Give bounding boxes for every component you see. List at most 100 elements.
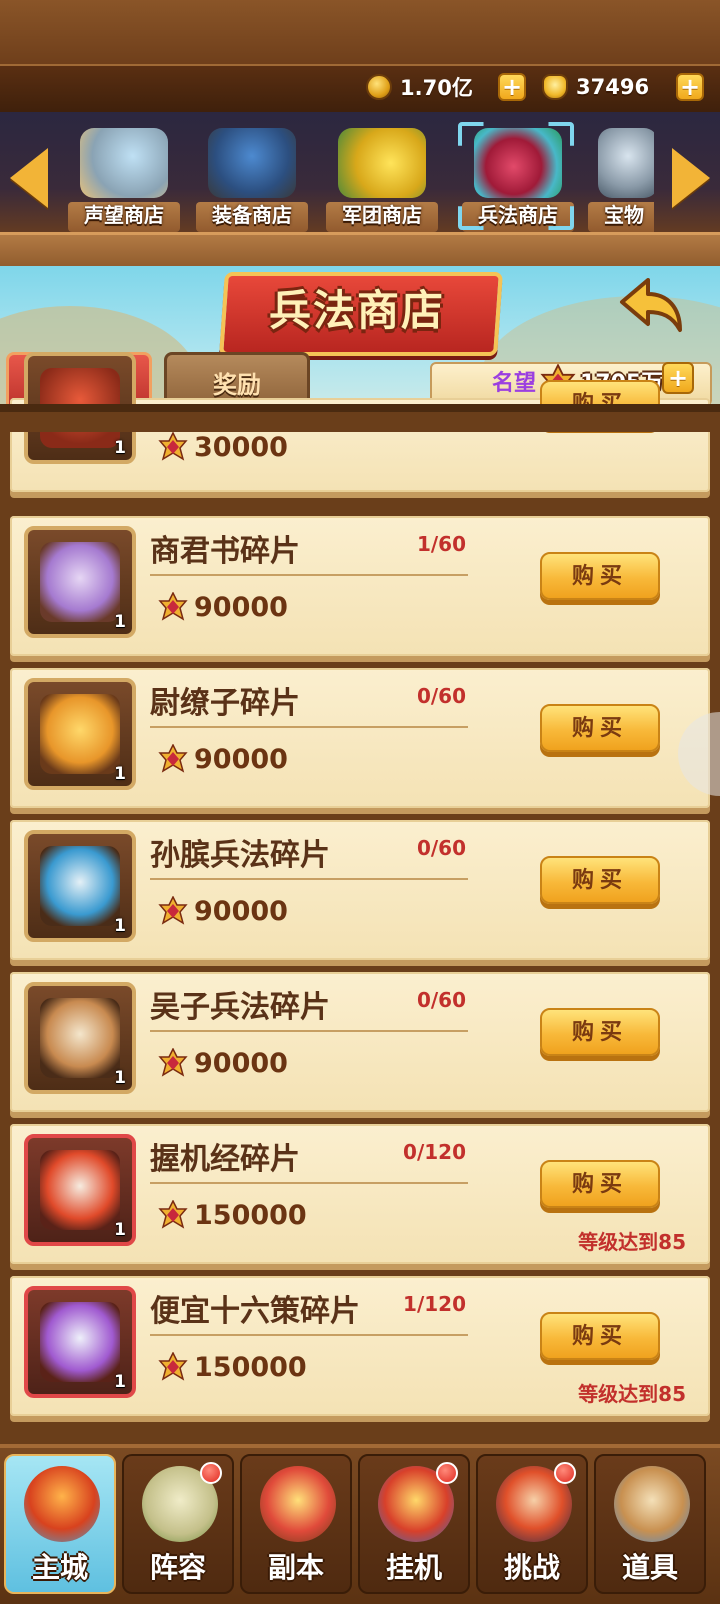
nav-formation[interactable]: 阵容	[122, 1454, 234, 1594]
gold-scroll-icon	[40, 694, 120, 774]
nav-label: 阵容	[149, 1551, 206, 1584]
item-price: 90000	[194, 592, 288, 623]
shop-tab-label: 军团商店	[342, 203, 422, 227]
shop-tab-label: 装备商店	[212, 203, 292, 227]
red-scroll-icon	[40, 1150, 120, 1230]
item-name: 吴子兵法碎片	[150, 990, 330, 1025]
item-slot[interactable]: 1	[24, 1286, 136, 1398]
purple-scroll-icon	[40, 542, 120, 622]
buy-button[interactable]: 购买	[540, 552, 660, 600]
shop-tab-equipment[interactable]: 装备商店	[190, 122, 314, 232]
item-quantity: 1	[114, 1372, 126, 1392]
add-gold-button[interactable]: +	[676, 73, 704, 101]
nav-label: 挂机	[385, 1551, 442, 1584]
fame-gem-icon	[158, 744, 188, 773]
shop-tab-treasure[interactable]: 宝物	[582, 122, 654, 232]
gold-value: 37496	[576, 75, 650, 99]
notification-dot	[436, 1462, 458, 1484]
shop-tab-label: 兵法商店	[478, 203, 558, 227]
nav-idle-bag[interactable]: 挂机	[358, 1454, 470, 1594]
scroll-right-arrow-icon[interactable]	[672, 148, 710, 208]
scroll-left-arrow-icon[interactable]	[10, 148, 48, 208]
copper-resource: 1.70亿	[366, 72, 473, 102]
fame-gem-icon	[158, 896, 188, 925]
buy-button[interactable]: 购买	[540, 1312, 660, 1360]
parchment-scroll-icon	[40, 998, 120, 1078]
shop-item-card: 1 尉缭子碎片 0/60 90000 购买	[10, 668, 710, 808]
divider	[150, 574, 468, 576]
divider	[150, 1182, 468, 1184]
nav-label: 道具	[621, 1551, 678, 1584]
item-quantity: 1	[114, 438, 126, 458]
level-requirement: 等级达到85	[578, 1382, 686, 1406]
blue-scroll-icon	[40, 846, 120, 926]
shop-tab-legion[interactable]: 军团商店	[320, 122, 444, 232]
item-price: 90000	[194, 744, 288, 775]
nav-label: 主城	[31, 1551, 88, 1584]
purchase-count: 0/60	[416, 684, 466, 708]
list-top-edge	[0, 404, 720, 432]
fame-gem-icon	[158, 1048, 188, 1077]
buy-button[interactable]: 购买	[540, 856, 660, 904]
gold-resource: 37496	[542, 72, 649, 102]
notification-dot	[200, 1462, 222, 1484]
item-name: 孙膑兵法碎片	[150, 838, 330, 873]
status-strip	[0, 0, 720, 64]
item-slot[interactable]: 1	[24, 982, 136, 1094]
divider	[150, 1334, 468, 1336]
add-fame-button[interactable]: +	[662, 362, 694, 394]
item-name: 便宜十六策碎片	[150, 1294, 360, 1329]
shop-item-card: 1 便宜十六策碎片 1/120 150000 购买等级达到85	[10, 1276, 710, 1416]
fame-label: 名望	[492, 371, 537, 396]
shop-tab-tactics[interactable]: 兵法商店	[456, 122, 580, 232]
shop-item-card: 1 孙膑兵法碎片 0/60 90000 购买	[10, 820, 710, 960]
add-copper-button[interactable]: +	[498, 73, 526, 101]
back-arrow-icon[interactable]	[618, 276, 688, 334]
buy-button[interactable]: 购买	[540, 704, 660, 752]
item-slot[interactable]: 1	[24, 678, 136, 790]
item-slot[interactable]: 1	[24, 526, 136, 638]
item-price: 150000	[194, 1200, 307, 1231]
fame-gem-icon	[158, 592, 188, 621]
purchase-count: 0/60	[416, 836, 466, 860]
item-price: 90000	[194, 1048, 288, 1079]
shop-tab-label: 声望商店	[84, 203, 164, 227]
purchase-count: 0/60	[416, 988, 466, 1012]
fame-gem-icon	[158, 1200, 188, 1229]
purchase-count: 0/120	[403, 1140, 466, 1164]
level-requirement: 等级达到85	[578, 1230, 686, 1254]
shop-item-card: 1 吴子兵法碎片 0/60 90000 购买	[10, 972, 710, 1112]
fame-gem-icon	[158, 432, 188, 461]
item-price: 30000	[194, 432, 288, 463]
buy-button[interactable]: 购买	[540, 1160, 660, 1208]
dungeon-icon	[260, 1466, 336, 1542]
nav-castle[interactable]: 主城	[4, 1454, 116, 1594]
purchase-count: 1/120	[403, 1292, 466, 1316]
purchase-count: 1/60	[416, 532, 466, 556]
gold-ingot-icon	[338, 128, 426, 198]
item-quantity: 1	[114, 916, 126, 936]
item-slot[interactable]: 1	[24, 1134, 136, 1246]
item-slot[interactable]: 1	[24, 830, 136, 942]
notification-dot	[554, 1462, 576, 1484]
fame-gem-icon	[158, 1352, 188, 1381]
shop-tab-prestige[interactable]: 声望商店	[62, 122, 186, 232]
nav-dungeon[interactable]: 副本	[240, 1454, 352, 1594]
copper-value: 1.70亿	[400, 76, 473, 100]
shop-item-card: 1 握机经碎片 0/120 150000 购买等级达到85	[10, 1124, 710, 1264]
gold-ingot-icon	[542, 74, 568, 100]
nav-challenge[interactable]: 挑战	[476, 1454, 588, 1594]
item-quantity: 1	[114, 1068, 126, 1088]
divider	[150, 1030, 468, 1032]
item-price: 90000	[194, 896, 288, 927]
shop-tab-label: 宝物	[604, 203, 644, 227]
nav-items[interactable]: 道具	[594, 1454, 706, 1594]
divider	[150, 878, 468, 880]
item-price: 150000	[194, 1352, 307, 1383]
copper-coin-icon	[366, 74, 392, 100]
buy-button[interactable]: 购买	[540, 1008, 660, 1056]
item-name: 握机经碎片	[150, 1142, 300, 1177]
shop-tab-floor	[0, 232, 720, 269]
item-name: 商君书碎片	[150, 534, 300, 569]
armor-icon	[208, 128, 296, 198]
